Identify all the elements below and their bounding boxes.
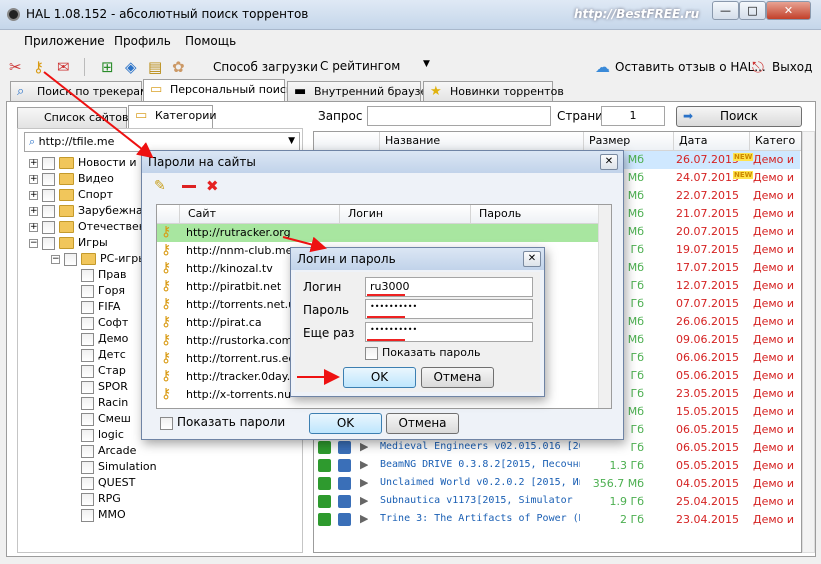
annotation-arrows [43, 71, 340, 385]
annotation-arrow [282, 236, 327, 253]
annotation-arrow [43, 71, 154, 159]
